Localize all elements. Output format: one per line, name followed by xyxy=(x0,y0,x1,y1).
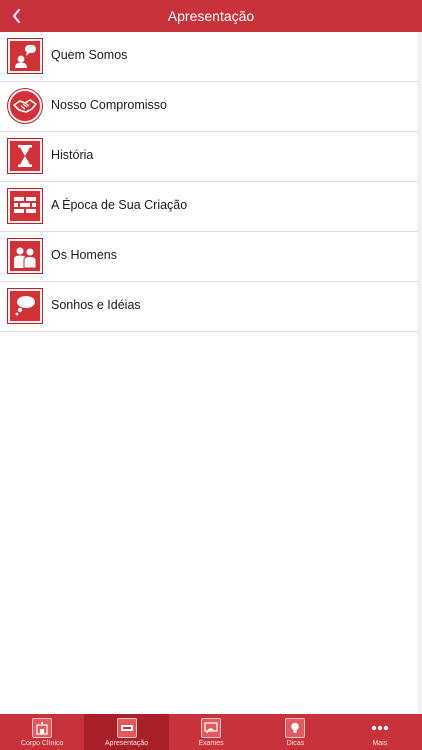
more-dots-icon xyxy=(370,718,390,738)
list-item-label: A Época de Sua Criação xyxy=(51,198,188,212)
list-item-a-epoca-de-sua-criacao[interactable]: A Época de Sua Criação xyxy=(0,182,417,232)
tips-lightbulb-icon xyxy=(285,718,306,738)
presentation-icon xyxy=(116,718,137,738)
scrollbar-gutter xyxy=(417,32,422,714)
list-item-label: História xyxy=(51,148,94,162)
list-item-label: Quem Somos xyxy=(51,48,128,62)
handshake-icon xyxy=(7,88,43,124)
tab-exames[interactable]: Exames xyxy=(169,714,253,750)
back-button[interactable] xyxy=(6,4,28,28)
tab-label: Apresentação xyxy=(105,740,149,747)
tab-label: Mais xyxy=(372,740,388,747)
tab-corpo-clinico[interactable]: Corpo Clínico xyxy=(0,714,84,750)
clinic-building-icon xyxy=(32,718,53,738)
tab-label: Corpo Clínico xyxy=(20,740,64,747)
tab-label: Exames xyxy=(198,740,224,747)
list-item-sonhos-e-ideias[interactable]: Sonhos e Idéias xyxy=(0,282,417,332)
menu-list: Quem Somos Nosso Compromisso História A … xyxy=(0,32,422,332)
list-item-label: Sonhos e Idéias xyxy=(51,298,141,312)
list-item-historia[interactable]: História xyxy=(0,132,417,182)
list-item-nosso-compromisso[interactable]: Nosso Compromisso xyxy=(0,82,417,132)
brick-wall-icon xyxy=(7,188,43,224)
list-item-os-homens[interactable]: Os Homens xyxy=(0,232,417,282)
tab-bar: Corpo Clínico Apresentação Exames Dicas xyxy=(0,714,422,750)
tab-mais[interactable]: Mais xyxy=(338,714,422,750)
doctors-icon xyxy=(7,238,43,274)
tab-label: Dicas xyxy=(286,740,305,747)
list-item-quem-somos[interactable]: Quem Somos xyxy=(0,32,417,82)
thought-cloud-icon xyxy=(7,288,43,324)
list-item-label: Os Homens xyxy=(51,248,117,262)
tab-apresentacao[interactable]: Apresentação xyxy=(84,714,169,750)
tab-dicas[interactable]: Dicas xyxy=(253,714,337,750)
exam-icon xyxy=(201,718,222,738)
person-speech-bubble-icon xyxy=(7,38,43,74)
hourglass-icon xyxy=(7,138,43,174)
page-title: Apresentação xyxy=(167,8,255,24)
chevron-left-icon xyxy=(13,9,20,23)
navigation-bar: Apresentação xyxy=(0,0,422,32)
list-item-label: Nosso Compromisso xyxy=(51,98,168,112)
